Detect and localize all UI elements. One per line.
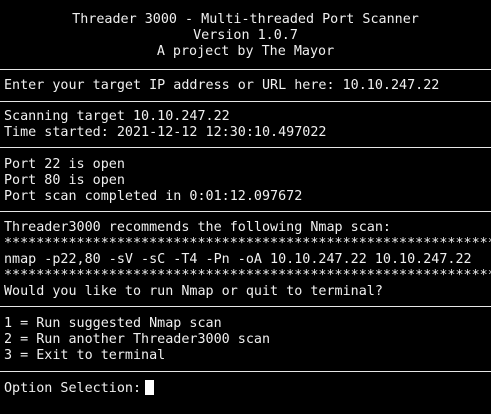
stars-separator: ****************************************… [4,236,491,251]
port-result-line: Port 22 is open [4,157,125,172]
terminal-window: Threader 3000 - Multi-threaded Port Scan… [0,0,491,414]
menu-option-1: 1 = Run suggested Nmap scan [4,316,222,331]
target-prompt-line: Enter your target IP address or URL here… [4,78,440,93]
recommendation-intro: Threader3000 recommends the following Nm… [4,220,391,235]
option-selection-prompt[interactable]: Option Selection: [4,380,491,396]
stars-separator: ****************************************… [4,268,491,283]
scan-completed-line: Port scan completed in 0:01:12.097672 [4,189,303,204]
nmap-command-line: nmap -p22,80 -sV -sC -T4 -Pn -oA 10.10.2… [4,252,472,267]
divider [0,306,491,307]
run-or-quit-question: Would you like to run Nmap or quit to te… [4,284,383,299]
divider [0,371,491,372]
divider [0,211,491,212]
time-started-line: Time started: 2021-12-12 12:30:10.497022 [4,125,327,140]
port-result-line: Port 80 is open [4,173,125,188]
scan-target-line: Scanning target 10.10.247.22 [4,109,230,124]
divider [0,101,491,102]
menu-option-3: 3 = Exit to terminal [4,348,166,363]
text-cursor[interactable] [145,380,155,395]
divider [0,69,491,70]
divider [0,147,491,148]
app-title: Threader 3000 - Multi-threaded Port Scan… [72,12,419,27]
option-selection-label: Option Selection: [4,381,142,396]
app-version: Version 1.0.7 [193,28,298,43]
app-author: A project by The Mayor [156,44,335,59]
menu-option-2: 2 = Run another Threader3000 scan [4,332,271,347]
